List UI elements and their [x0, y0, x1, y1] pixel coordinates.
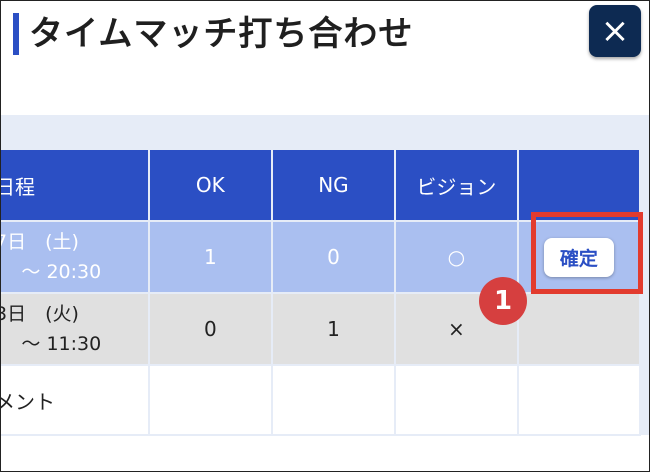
comment-label: メント: [1, 364, 150, 436]
title-accent-bar: [13, 13, 19, 55]
comment-cell: [147, 364, 273, 436]
ok-count: 0: [147, 292, 273, 366]
date-line: 3日 (火): [0, 303, 79, 325]
comment-row: メント: [1, 364, 642, 436]
table-header-row: 日程 OK NG ビジョン: [1, 148, 642, 222]
column-header-ng: NG: [270, 148, 397, 222]
date-cell: 3日 (火) ) 〜 11:30: [0, 292, 150, 366]
modal-frame: タイムマッチ打ち合わせ × 日程 OK NG ビジョン 7日 (土) ) 〜 2…: [0, 0, 650, 472]
time-line: ) 〜 11:30: [0, 333, 102, 355]
close-button[interactable]: ×: [589, 5, 641, 57]
table-row: 3日 (火) ) 〜 11:30 0 1 ×: [0, 292, 642, 366]
comment-cell: [394, 364, 519, 436]
column-header-ok: OK: [147, 148, 273, 222]
step-number-badge: 1: [479, 277, 527, 325]
ok-count: 1: [147, 220, 273, 294]
date-line: 7日 (土): [0, 231, 79, 253]
ng-count: 1: [270, 292, 397, 366]
comment-cell: [516, 364, 642, 436]
comment-cell: [270, 364, 397, 436]
page-title: タイムマッチ打ち合わせ: [29, 14, 414, 54]
column-header-date: 日程: [1, 148, 150, 222]
action-cell: [516, 292, 642, 366]
date-cell: 7日 (土) ) 〜 20:30: [0, 220, 150, 294]
highlight-box: [531, 212, 643, 294]
column-header-vision: ビジョン: [394, 148, 519, 222]
ng-count: 0: [270, 220, 397, 294]
time-line: ) 〜 20:30: [0, 261, 102, 283]
close-icon: ×: [600, 11, 630, 51]
column-header-action: [516, 148, 642, 222]
